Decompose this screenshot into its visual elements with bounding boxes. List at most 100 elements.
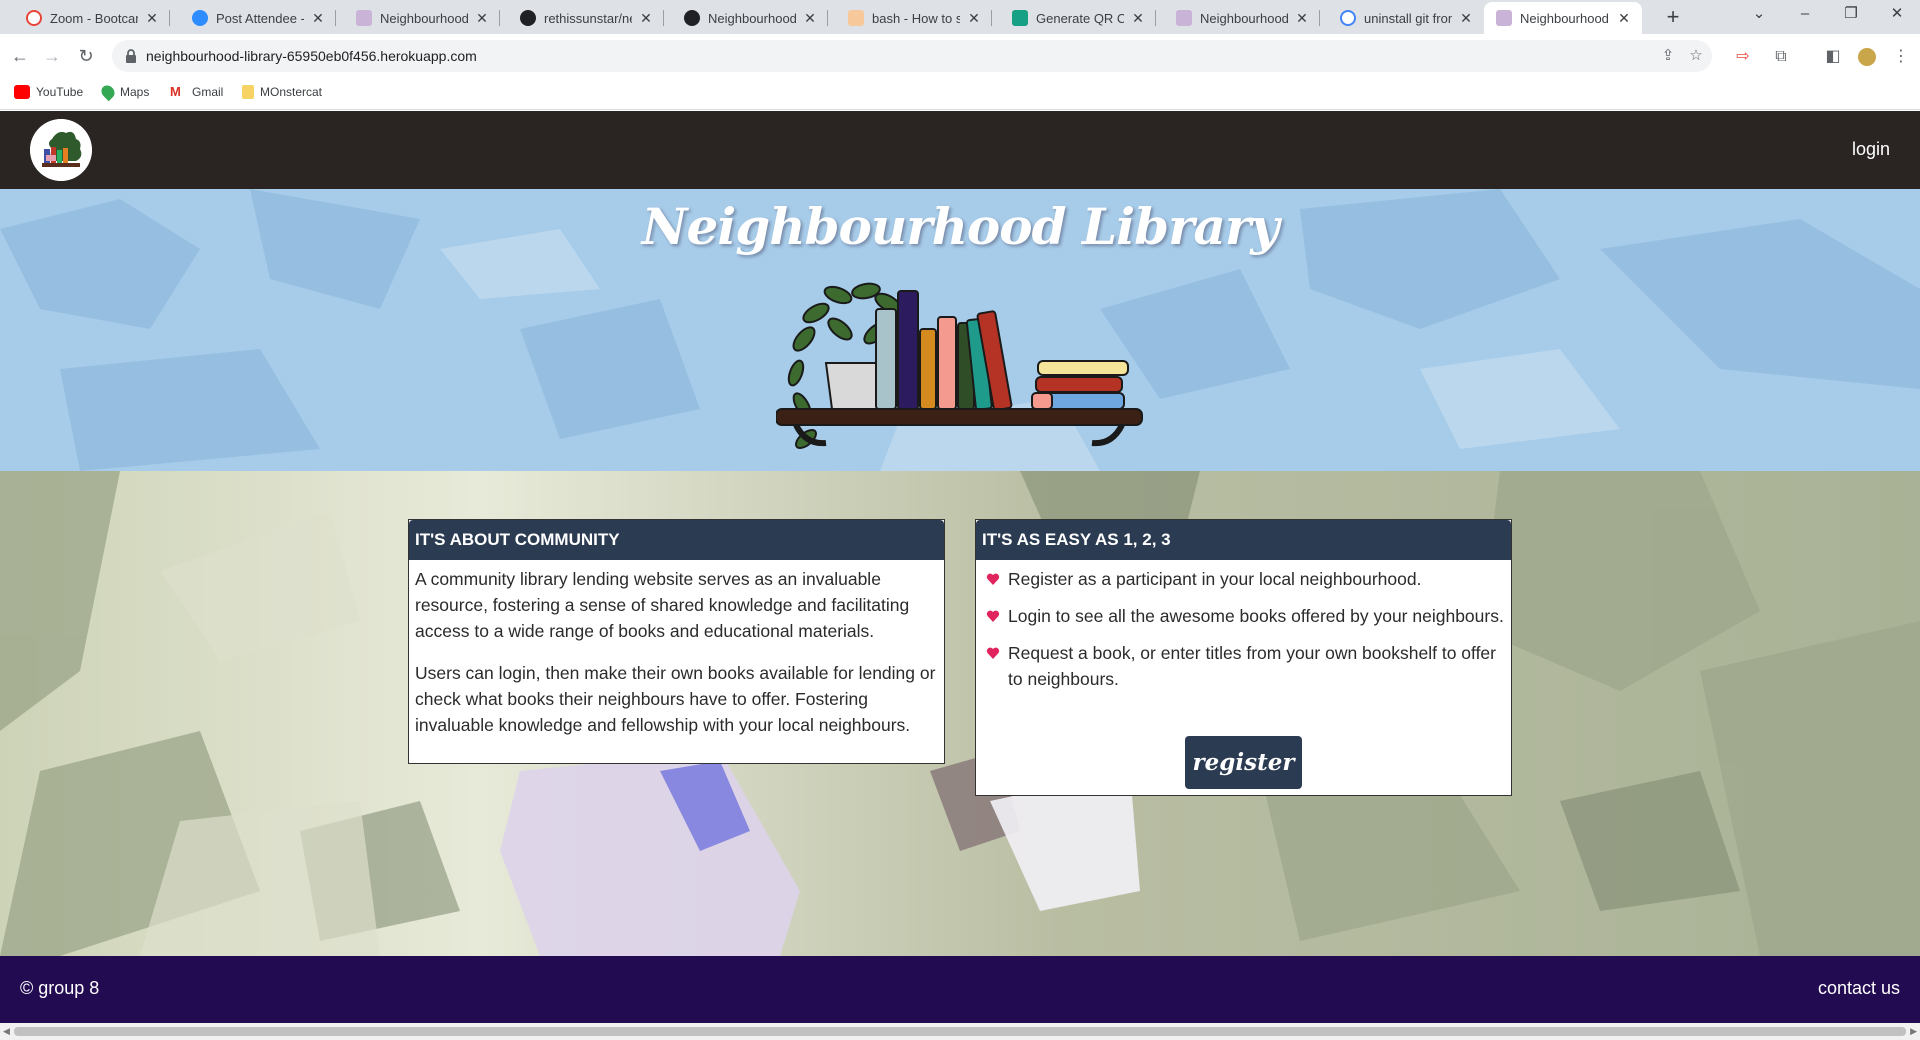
extension-icon[interactable]: ⇨ (1732, 46, 1754, 68)
login-link[interactable]: login (1852, 139, 1890, 160)
close-icon[interactable]: ✕ (1130, 10, 1146, 27)
minimize-icon[interactable]: – (1782, 0, 1828, 30)
browser-toolbar: ← → ↻ neighbourhood-library-65950eb0f456… (0, 34, 1920, 78)
close-icon[interactable]: ✕ (802, 10, 818, 27)
menu-icon[interactable]: ⋮ (1890, 46, 1912, 68)
close-icon[interactable]: ✕ (144, 10, 160, 27)
zoom-icon (192, 10, 208, 26)
logo-image (30, 119, 92, 181)
close-icon[interactable]: ✕ (966, 10, 982, 27)
share-icon[interactable]: ⇪ (1658, 46, 1678, 66)
tab-separator (827, 10, 828, 26)
hero-banner: Neighbourhood Library (0, 189, 1920, 471)
tab-title: Post Attendee - Zoom (216, 10, 304, 26)
zoom-icon (26, 10, 42, 26)
close-icon[interactable]: ✕ (1616, 10, 1632, 27)
horizontal-scrollbar[interactable]: ◀ ▶ (0, 1023, 1920, 1040)
bookmark-item[interactable]: M Gmail (170, 84, 223, 100)
close-icon[interactable]: ✕ (1458, 10, 1474, 27)
close-icon[interactable]: ✕ (638, 10, 654, 27)
scroll-right-icon[interactable]: ▶ (1910, 1026, 1917, 1037)
list-item: Register as a participant in your local … (982, 566, 1505, 592)
tab-title: Neighbourhood Library (380, 10, 468, 26)
restore-icon[interactable]: ❐ (1828, 0, 1874, 30)
site-logo[interactable] (30, 119, 92, 181)
gmail-icon: M (170, 84, 181, 99)
step-text: Login to see all the awesome books offer… (1008, 606, 1504, 626)
reload-icon[interactable]: ↻ (72, 42, 100, 70)
contact-link[interactable]: contact us (1818, 978, 1900, 999)
scroll-left-icon[interactable]: ◀ (3, 1026, 10, 1037)
close-icon[interactable]: ✕ (1294, 10, 1310, 27)
steps-list: Register as a participant in your local … (982, 566, 1505, 692)
tab-title: Neighbourhood Library (1200, 10, 1288, 26)
site-favicon (356, 10, 372, 26)
browser-tab[interactable]: NeighbourhoodLibrary ✕ (672, 2, 828, 34)
site-favicon (1176, 10, 1192, 26)
bookmark-item[interactable]: MOnstercat (242, 85, 322, 99)
close-icon[interactable]: ✕ (310, 10, 326, 27)
forest-background-art (0, 471, 1920, 956)
bookmark-label: MOnstercat (260, 85, 323, 99)
browser-tab-active[interactable]: Neighbourhood Library ✕ (1484, 2, 1642, 34)
bookmark-item[interactable]: Maps (98, 82, 150, 102)
tab-separator (335, 10, 336, 26)
maps-icon (98, 82, 118, 102)
browser-tab[interactable]: Generate QR Code ✕ (1000, 2, 1156, 34)
forward-icon[interactable]: → (38, 42, 66, 70)
back-icon[interactable]: ← (6, 42, 34, 70)
extensions-puzzle-icon[interactable]: ⧉ (1770, 46, 1792, 68)
tab-separator (1155, 10, 1156, 26)
tab-title: uninstall git from (1364, 10, 1452, 26)
copyright-text: © group 8 (20, 978, 100, 998)
close-icon[interactable]: ✕ (474, 10, 490, 27)
bookmark-item[interactable]: YouTube (14, 85, 83, 99)
tab-search-icon[interactable]: ⌄ (1736, 0, 1782, 30)
site-footer: © group 8 contact us (0, 956, 1920, 1023)
address-bar[interactable]: neighbourhood-library-65950eb0f456.herok… (112, 40, 1712, 72)
browser-tab[interactable]: Zoom - Bootcamp ✕ (14, 2, 170, 34)
folder-icon (242, 85, 254, 99)
qr-code-icon (1012, 10, 1028, 26)
tab-title: rethissunstar/neighbourhood (544, 10, 632, 26)
heart-icon (986, 610, 1000, 622)
tab-title: Zoom - Bootcamp (50, 10, 138, 26)
browser-tab[interactable]: Post Attendee - Zoom ✕ (180, 2, 336, 34)
browser-tab[interactable]: Neighbourhood Library ✕ (1164, 2, 1320, 34)
bookmark-star-icon[interactable]: ☆ (1686, 46, 1706, 66)
scrollbar-thumb[interactable] (14, 1027, 1906, 1036)
browser-tabstrip: Zoom - Bootcamp ✕ Post Attendee - Zoom ✕… (0, 0, 1920, 34)
url-text[interactable]: neighbourhood-library-65950eb0f456.herok… (146, 48, 477, 64)
tab-separator (169, 10, 170, 26)
about-paragraph: A community library lending website serv… (415, 569, 910, 641)
register-button[interactable]: register (1185, 736, 1302, 789)
hero-title: Neighbourhood Library (641, 197, 1280, 256)
tab-title: bash - How to set (872, 10, 960, 26)
tab-title: NeighbourhoodLibrary (708, 10, 796, 26)
github-icon (520, 10, 536, 26)
browser-tab[interactable]: Neighbourhood Library ✕ (344, 2, 500, 34)
browser-tab[interactable]: rethissunstar/neighbourhood ✕ (508, 2, 664, 34)
heart-icon (986, 573, 1000, 585)
about-card-body: A community library lending website serv… (409, 560, 944, 754)
site-favicon (1496, 10, 1512, 26)
window-close-icon[interactable]: ✕ (1874, 0, 1920, 30)
stackoverflow-icon (848, 10, 864, 26)
about-paragraph: Users can login, then make their own boo… (415, 663, 936, 735)
step-text: Register as a participant in your local … (1008, 569, 1422, 589)
browser-tab[interactable]: uninstall git from ✕ (1328, 2, 1484, 34)
browser-tab[interactable]: bash - How to set ✕ (836, 2, 992, 34)
tab-separator (499, 10, 500, 26)
list-item: Request a book, or enter titles from you… (982, 640, 1505, 692)
bookmark-label: Maps (120, 85, 150, 99)
profile-avatar[interactable] (1856, 46, 1878, 68)
step-text: Request a book, or enter titles from you… (1008, 643, 1496, 689)
side-panel-icon[interactable]: ◧ (1822, 46, 1844, 68)
tab-title: Neighbourhood Library (1520, 10, 1610, 26)
steps-card-body: Register as a participant in your local … (976, 560, 1511, 713)
bookmarks-bar: YouTube Maps M Gmail MOnstercat (0, 78, 1920, 110)
google-icon (1340, 10, 1356, 26)
github-icon (684, 10, 700, 26)
new-tab-icon[interactable]: + (1659, 4, 1687, 32)
list-item: Login to see all the awesome books offer… (982, 603, 1505, 629)
